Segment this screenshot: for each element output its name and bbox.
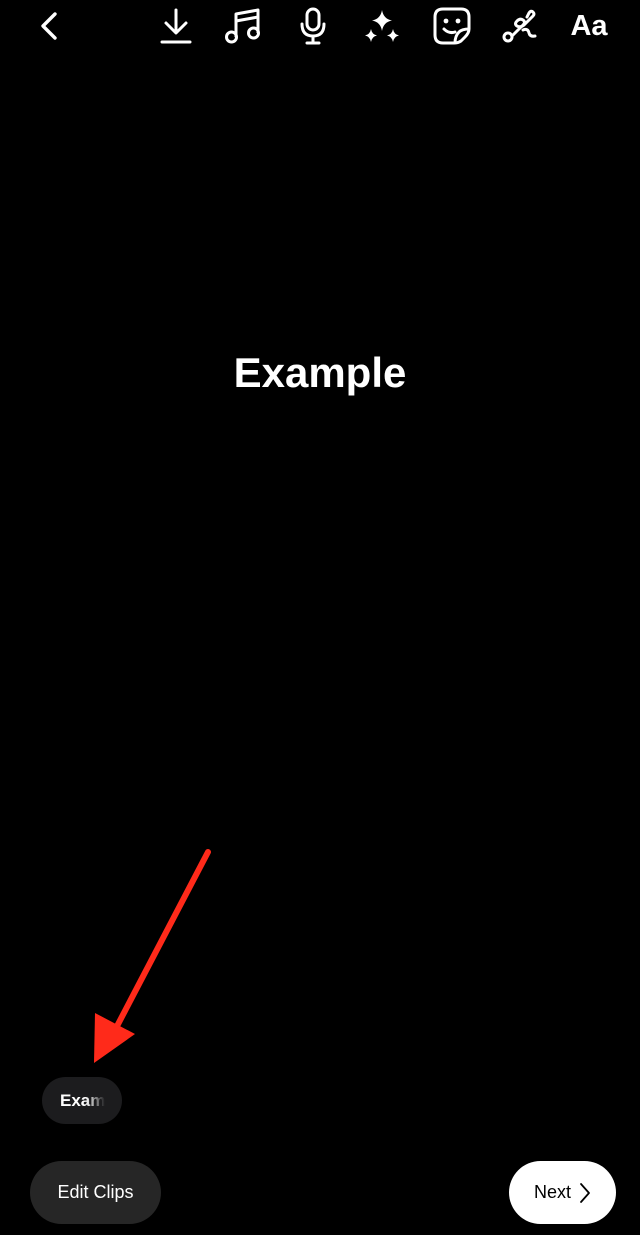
chevron-left-icon — [41, 12, 57, 40]
effects-button[interactable] — [360, 4, 404, 48]
edit-clips-button[interactable]: Edit Clips — [30, 1161, 161, 1224]
voiceover-button[interactable] — [291, 4, 335, 48]
download-icon — [160, 8, 192, 44]
music-button[interactable] — [221, 4, 265, 48]
music-note-icon — [225, 8, 260, 44]
draw-button[interactable] — [498, 4, 542, 48]
next-button[interactable]: Next — [509, 1161, 616, 1224]
draw-squiggle-icon — [502, 9, 537, 43]
sticker-button[interactable] — [430, 4, 474, 48]
text-clip-label: Exam — [60, 1090, 106, 1110]
download-button[interactable] — [154, 4, 198, 48]
next-label: Next — [533, 1182, 571, 1202]
edit-clips-label: Edit Clips — [57, 1182, 134, 1202]
top-toolbar: Aa — [0, 0, 640, 52]
text-clip-chip[interactable]: Exam — [42, 1077, 122, 1124]
chevron-right-icon — [580, 1182, 590, 1203]
microphone-icon — [300, 7, 326, 45]
sparkles-icon — [365, 10, 399, 42]
text-tool-label: Aa — [570, 9, 608, 42]
annotation-arrow-icon — [94, 849, 211, 1063]
back-button[interactable] — [27, 4, 71, 48]
canvas-text-overlay[interactable]: Example — [0, 347, 640, 399]
text-tool-button[interactable]: Aa — [566, 4, 612, 48]
sticker-icon — [433, 7, 471, 45]
